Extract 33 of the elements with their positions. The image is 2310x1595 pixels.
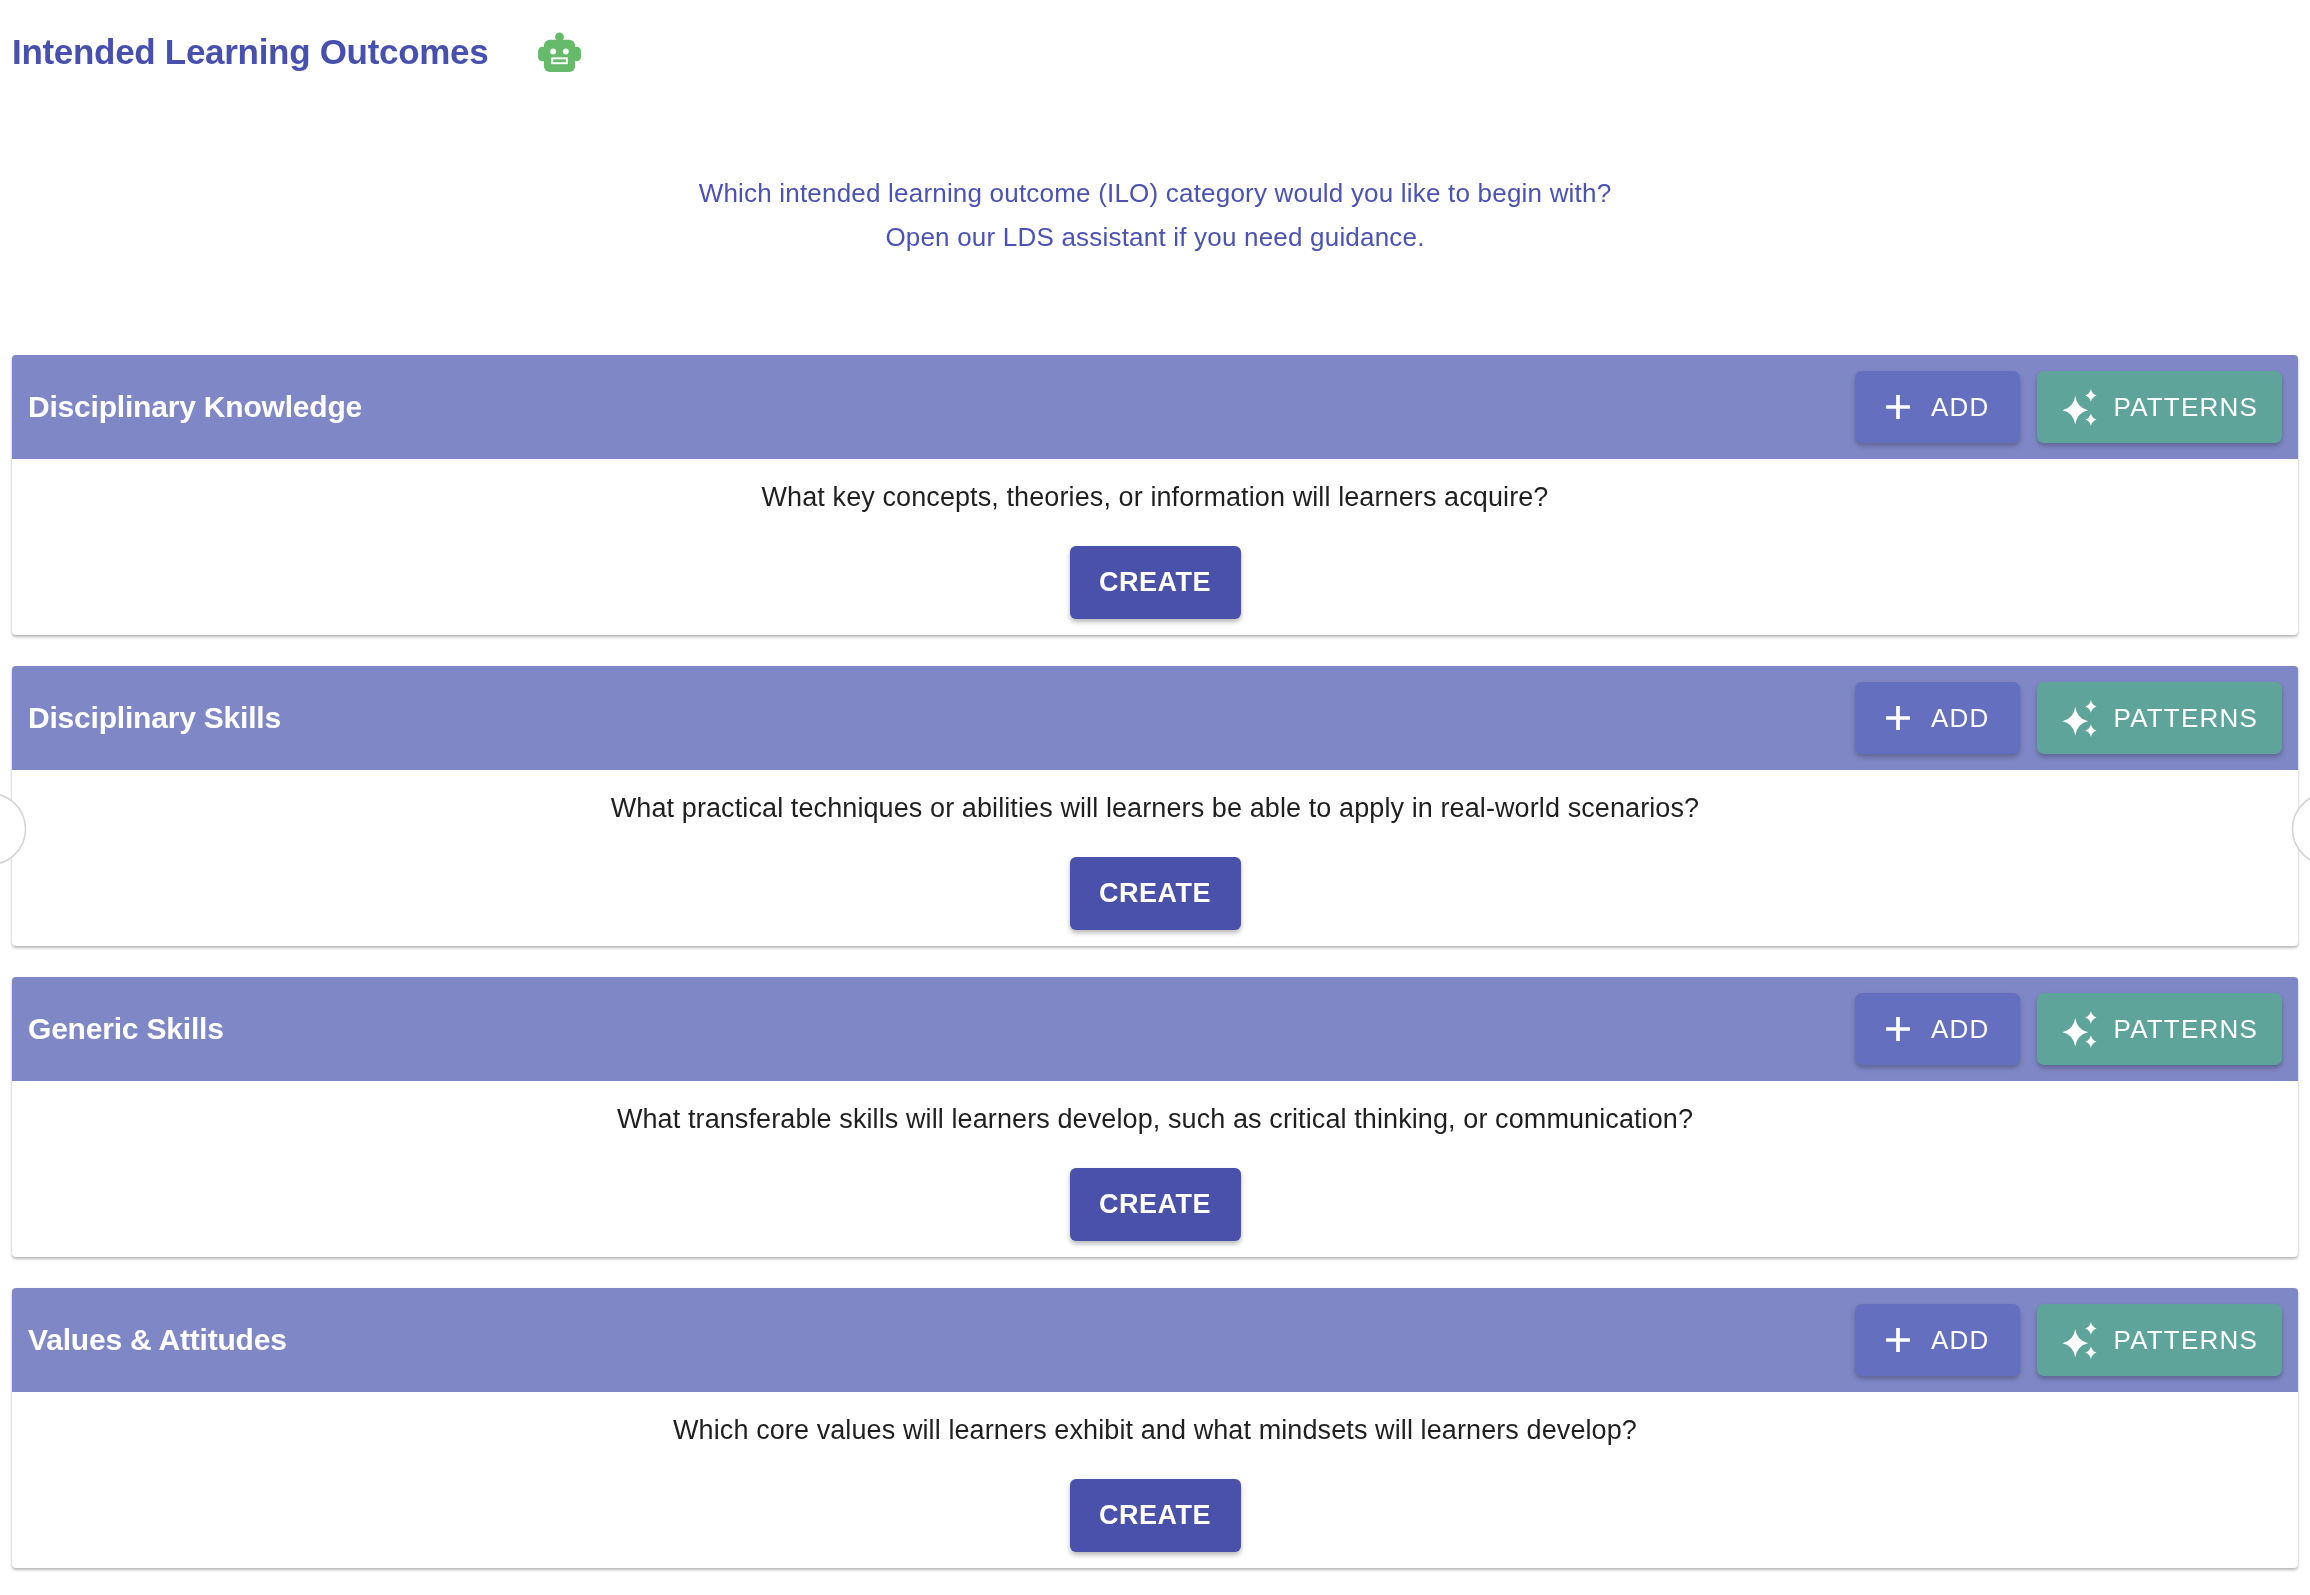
sparkles-icon [2060, 699, 2098, 737]
add-button[interactable]: ADD [1855, 993, 2020, 1065]
category-question: What key concepts, theories, or information will learners acquire? [761, 481, 1549, 513]
patterns-button[interactable]: PATTERNS [2036, 371, 2282, 443]
create-button[interactable]: CREATE [1069, 1168, 1241, 1241]
create-button[interactable]: CREATE [1069, 857, 1241, 930]
category-title: Disciplinary Knowledge [28, 390, 362, 424]
category-question: Which core values will learners exhibit and what mindsets will learners develop? [673, 1414, 1637, 1446]
add-button[interactable]: ADD [1855, 682, 2020, 754]
patterns-button[interactable]: PATTERNS [2036, 682, 2282, 754]
intro-text: Which intended learning outcome (ILO) category would you like to begin with? [698, 177, 1612, 210]
patterns-button[interactable]: PATTERNS [2036, 1304, 2282, 1376]
category-question: What practical techniques or abilities will learners be able to apply in real-world scenarios? [610, 792, 1700, 824]
category-title: Generic Skills [28, 1012, 224, 1046]
category-title: Values & Attitudes [28, 1323, 287, 1357]
sparkles-icon [2060, 1010, 2098, 1048]
add-button[interactable]: ADD [1855, 371, 2020, 443]
plus-icon [1885, 1327, 1912, 1353]
create-button[interactable]: CREATE [1069, 546, 1241, 619]
create-button[interactable]: CREATE [1069, 1479, 1241, 1552]
sparkles-icon [2060, 388, 2098, 426]
sparkles-icon [2060, 1321, 2098, 1359]
plus-icon [1885, 394, 1912, 420]
category-question: What transferable skills will learners develop, such as critical thinking, or communication? [616, 1103, 1694, 1135]
patterns-button[interactable]: PATTERNS [2036, 993, 2282, 1065]
robot-icon[interactable] [538, 32, 582, 72]
category-title: Disciplinary Skills [28, 701, 281, 735]
intro-text: Open our LDS assistant if you need guidance. [885, 221, 1425, 254]
nav-button[interactable] [0, 792, 27, 866]
add-button[interactable]: ADD [1855, 1304, 2020, 1376]
plus-icon [1885, 705, 1912, 731]
page-title: Intended Learning Outcomes [12, 31, 489, 73]
plus-icon [1885, 1016, 1912, 1042]
